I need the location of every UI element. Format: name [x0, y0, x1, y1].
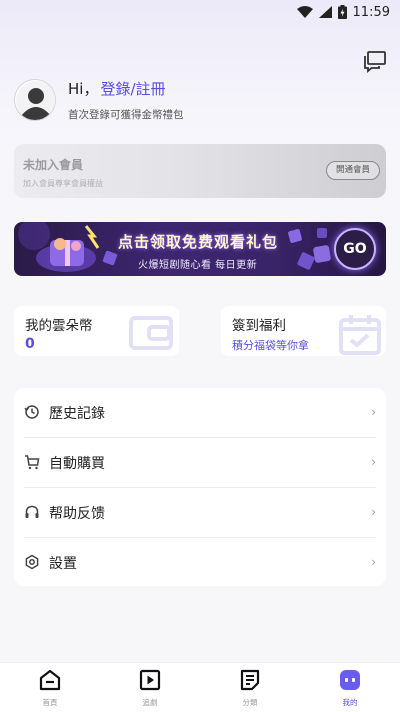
menu-item-history[interactable]: 歷史記錄 ›	[14, 388, 386, 438]
cloud-coins-card[interactable]: 我的雲朵幣 0	[14, 306, 179, 356]
chevron-right-icon: ›	[371, 455, 376, 469]
chevron-right-icon: ›	[371, 405, 376, 419]
login-register-link[interactable]: 登錄/註冊	[100, 78, 165, 99]
calendar-icon	[339, 315, 381, 355]
profile-header: Hi， 登錄/註冊 首次登錄可獲得金幣禮包	[14, 78, 184, 122]
wallet-icon	[129, 316, 173, 350]
default-avatar-icon	[16, 81, 55, 120]
chat-icon	[364, 51, 386, 73]
tab-label: 我的	[342, 698, 358, 707]
tab-label: 分類	[242, 698, 258, 707]
tab-home[interactable]: 首頁	[0, 663, 100, 712]
sign-in-card[interactable]: 簽到福利 積分福袋等你拿	[221, 306, 386, 356]
tab-follow-drama[interactable]: 追劇	[100, 663, 200, 712]
greeting-line: Hi， 登錄/註冊	[68, 78, 184, 99]
vip-title: 未加入會員	[23, 158, 84, 172]
history-icon	[24, 405, 39, 419]
menu-item-auto-purchase[interactable]: 自動購買 ›	[14, 438, 386, 488]
login-bonus-hint: 首次登錄可獲得金幣禮包	[68, 109, 184, 121]
open-membership-button[interactable]: 開通會員	[325, 161, 380, 180]
wifi-icon	[296, 6, 313, 18]
greeting: Hi，	[68, 80, 99, 98]
tab-categories[interactable]: 分類	[200, 663, 300, 712]
go-button[interactable]: GO	[334, 228, 376, 270]
play-icon	[139, 669, 161, 691]
coins-value: 0	[25, 336, 35, 352]
tab-mine[interactable]: 我的	[300, 663, 400, 712]
status-bar: 11:59	[0, 0, 400, 24]
coins-title: 我的雲朵幣	[25, 318, 93, 334]
menu-item-help-feedback[interactable]: 帮助反馈 ›	[14, 488, 386, 538]
signal-icon	[318, 6, 332, 18]
banner-subtitle: 火爆短剧随心看 每日更新	[138, 260, 258, 271]
battery-icon	[337, 5, 347, 19]
signin-subtitle: 積分福袋等你拿	[232, 339, 309, 352]
tab-label: 首頁	[42, 698, 58, 707]
tab-label: 追劇	[142, 698, 158, 707]
menu-item-label: 自動購買	[49, 456, 105, 472]
vip-membership-card[interactable]: 未加入會員 加入會員尊享會員權益 開通會員	[14, 144, 386, 198]
chevron-right-icon: ›	[371, 555, 376, 569]
banner-title: 点击领取免费观看礼包	[118, 233, 279, 251]
bottom-tab-bar: 首頁 追劇 分類 我的	[0, 662, 400, 712]
avatar[interactable]	[14, 79, 56, 121]
menu-item-label: 帮助反馈	[49, 506, 105, 522]
settings-menu: 歷史記錄 › 自動購買 › 帮助反馈 › 設置 ›	[14, 388, 386, 586]
clock: 11:59	[352, 4, 390, 20]
signin-title: 簽到福利	[232, 318, 286, 334]
menu-item-settings[interactable]: 設置 ›	[14, 538, 386, 588]
list-icon	[240, 669, 260, 691]
vip-subtitle: 加入會員尊享會員權益	[23, 179, 103, 188]
settings-icon	[25, 554, 39, 570]
message-button[interactable]	[362, 50, 388, 74]
promo-banner[interactable]: 点击领取免费观看礼包 火爆短剧随心看 每日更新 GO	[14, 222, 386, 276]
profile-text: Hi， 登錄/註冊 首次登錄可獲得金幣禮包	[68, 78, 184, 122]
cart-icon	[25, 455, 40, 470]
headset-icon	[25, 505, 39, 518]
home-icon	[39, 669, 61, 691]
menu-item-label: 歷史記錄	[49, 406, 105, 422]
menu-item-label: 設置	[49, 556, 77, 572]
chevron-right-icon: ›	[371, 505, 376, 519]
profile-tab-icon	[340, 670, 360, 690]
